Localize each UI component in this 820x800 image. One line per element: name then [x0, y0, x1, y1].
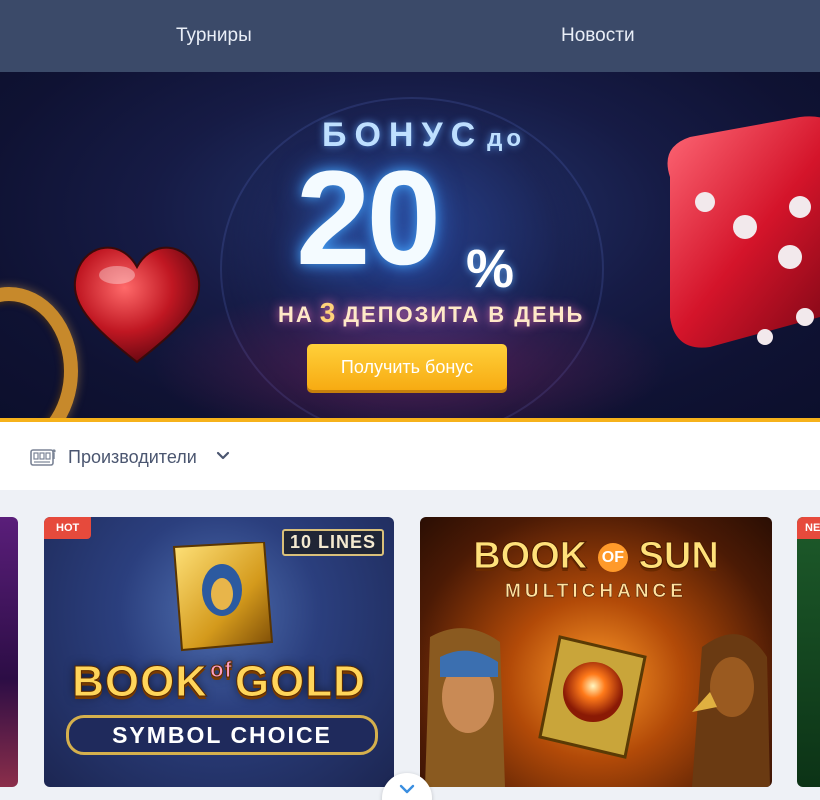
game-title-of: of	[210, 657, 233, 683]
game-card-book-of-gold[interactable]: HOT 10 LINES BOOKofGOLD SYMBOL CHOICE	[44, 517, 394, 787]
chevron-down-icon	[399, 784, 415, 794]
game-card-partial-left[interactable]	[0, 517, 18, 787]
bonus-sub-before: НА	[278, 302, 314, 327]
sun-book-icon	[538, 635, 647, 759]
heart-icon	[73, 246, 201, 364]
bonus-sub-number: 3	[319, 297, 338, 328]
nav-item-news[interactable]: Новости	[561, 0, 635, 72]
new-badge: NE	[797, 517, 820, 539]
game-title-part2: GOLD	[234, 657, 366, 707]
game-title-part1: BOOK	[473, 535, 588, 578]
games-carousel: HOT 10 LINES BOOKofGOLD SYMBOL CHOICE BO…	[0, 490, 820, 800]
providers-label[interactable]: Производители	[68, 447, 197, 468]
game-title: BOOK OF SUN	[420, 535, 772, 578]
bonus-upto: до	[487, 125, 526, 152]
game-title-of: OF	[597, 542, 628, 572]
bonus-sub-after: ДЕПОЗИТА В ДЕНЬ	[343, 302, 585, 327]
pharaoh-figure-icon	[425, 628, 505, 787]
providers-filter[interactable]: Производители	[0, 422, 820, 490]
game-subtitle: SYMBOL CHOICE	[66, 715, 378, 755]
dice-icon	[667, 116, 820, 348]
hot-badge: HOT	[44, 517, 92, 539]
game-title-part2: SUN	[638, 535, 719, 578]
game-title-part1: BOOK	[72, 657, 209, 707]
promo-banner[interactable]: БОНУС до 20 % НА 3 ДЕПОЗИТА В ДЕНЬ Получить…	[0, 72, 820, 422]
game-card-book-of-sun[interactable]: BOOK OF SUN MULTICHANCE	[420, 517, 772, 787]
bonus-subtitle: НА 3 ДЕПОЗИТА В ДЕНЬ	[278, 297, 584, 329]
slot-machine-icon	[30, 449, 56, 466]
lines-tag: 10 LINES	[281, 529, 384, 556]
bonus-percent-number: 20	[296, 144, 441, 293]
bonus-percent-sign: %	[466, 239, 515, 299]
get-bonus-button[interactable]: Получить бонус	[307, 344, 507, 390]
nav-item-tournaments[interactable]: Турниры	[176, 0, 252, 72]
game-title: BOOKofGOLD	[54, 657, 384, 707]
golden-book-icon	[172, 542, 274, 652]
chevron-down-icon[interactable]	[216, 449, 230, 463]
top-nav: Турниры Новости	[0, 0, 820, 72]
eagle-figure-icon	[692, 634, 770, 787]
game-card-partial-right[interactable]: NE	[797, 517, 820, 787]
game-subtitle: MULTICHANCE	[505, 581, 687, 603]
